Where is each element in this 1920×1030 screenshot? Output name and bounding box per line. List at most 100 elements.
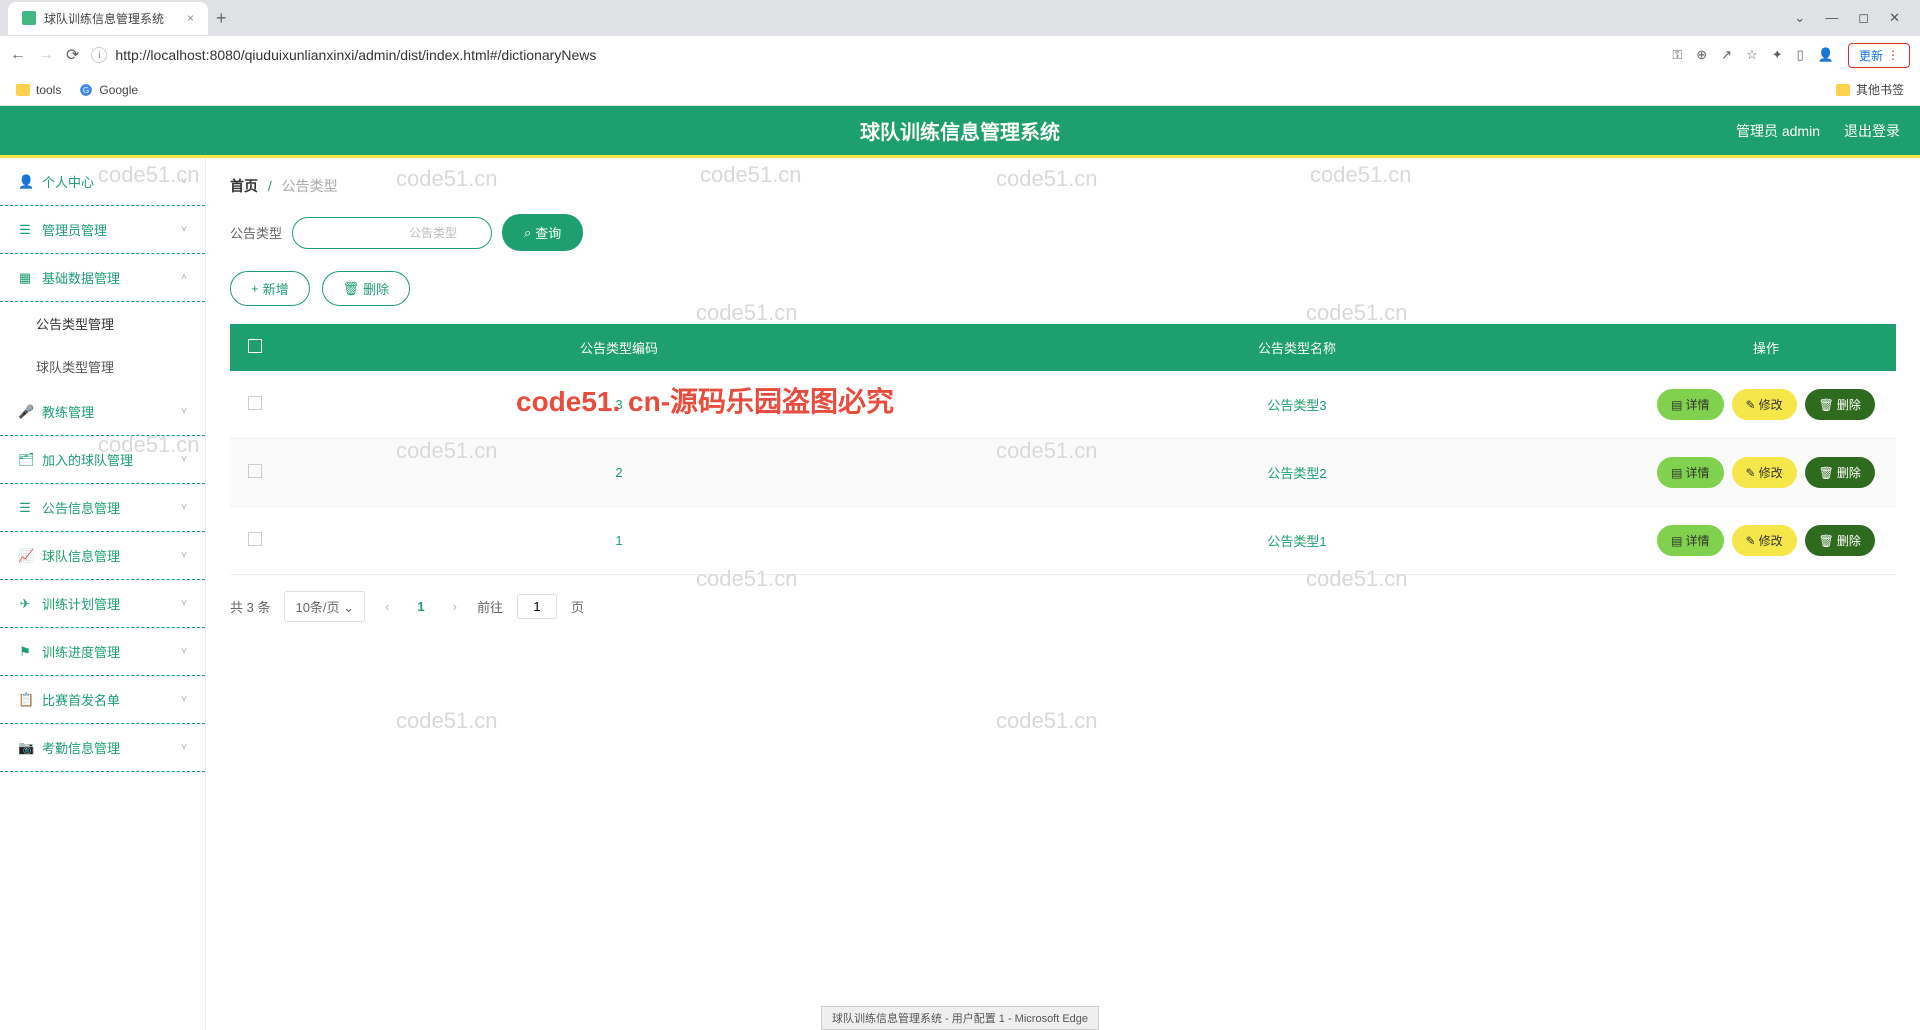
sidebar-item[interactable]: ⚑训练进度管理˅: [0, 628, 205, 676]
goto-label: 前往: [477, 597, 503, 616]
menu-label: 个人中心: [42, 172, 94, 191]
forward-button[interactable]: →: [38, 46, 54, 64]
chevron-icon: ˄: [181, 272, 187, 283]
data-table: 公告类型编码公告类型名称操作 3 公告类型3 ▤详情 ✎修改 🗑删除 2 公告类…: [230, 324, 1896, 575]
edit-button[interactable]: ✎修改: [1732, 389, 1797, 420]
sidebar-item[interactable]: ▦基础数据管理˄: [0, 254, 205, 302]
maximize-icon[interactable]: ◻: [1858, 10, 1869, 26]
sidebar-item[interactable]: 📋 比赛首发名单 ˅: [0, 676, 205, 724]
close-window-icon[interactable]: ✕: [1889, 10, 1900, 26]
extension-icon[interactable]: ✦: [1772, 47, 1783, 63]
chevron-icon: ˅: [181, 646, 187, 657]
minimize-icon[interactable]: —: [1825, 10, 1838, 26]
logout-link[interactable]: 退出登录: [1844, 121, 1900, 141]
menu-label: 公告信息管理: [42, 498, 120, 517]
search-button[interactable]: ⌕查询: [502, 214, 583, 251]
menu-icon: ✈: [18, 596, 32, 612]
table-row: 3 公告类型3 ▤详情 ✎修改 🗑删除: [230, 371, 1896, 439]
page-number[interactable]: 1: [409, 599, 432, 614]
tab-title: 球队训练信息管理系统: [44, 10, 164, 27]
google-icon: G: [79, 83, 93, 97]
info-icon[interactable]: i: [91, 47, 107, 63]
menu-icon: ▦: [18, 270, 32, 286]
row-delete-button[interactable]: 🗑删除: [1805, 525, 1875, 556]
breadcrumb-home[interactable]: 首页: [230, 178, 258, 194]
profile-icon[interactable]: 👤: [1818, 47, 1834, 63]
trash-icon: 🗑: [1819, 534, 1834, 548]
user-label[interactable]: 管理员 admin: [1736, 121, 1820, 141]
menu-label: 加入的球队管理: [42, 450, 133, 469]
checkbox-all[interactable]: [248, 339, 262, 353]
share-icon[interactable]: ↗: [1721, 47, 1732, 63]
row-checkbox[interactable]: [248, 464, 262, 478]
chevron-icon: ˅: [181, 550, 187, 561]
sidebar-item[interactable]: 📷考勤信息管理˅: [0, 724, 205, 772]
url-text: http://localhost:8080/qiuduixunlianxinxi…: [115, 47, 596, 63]
row-delete-button[interactable]: 🗑删除: [1805, 389, 1875, 420]
cell-code: 2: [280, 439, 958, 507]
sidebar-item[interactable]: 📈球队信息管理˅: [0, 532, 205, 580]
browser-tab[interactable]: 球队训练信息管理系统 ×: [8, 2, 208, 35]
chevron-down-icon[interactable]: ⌄: [1794, 10, 1805, 26]
row-delete-button[interactable]: 🗑删除: [1805, 457, 1875, 488]
edit-button[interactable]: ✎修改: [1732, 525, 1797, 556]
update-button[interactable]: 更新 ⋮: [1848, 43, 1910, 68]
search-input[interactable]: [292, 217, 492, 249]
table-row: 2 公告类型2 ▤详情 ✎修改 🗑删除: [230, 439, 1896, 507]
other-bookmarks[interactable]: 其他书签: [1836, 81, 1904, 98]
sidebar-item[interactable]: ✈训练计划管理˅: [0, 580, 205, 628]
cell-code: 3: [280, 371, 958, 439]
cell-name: 公告类型1: [958, 507, 1636, 575]
watermark: code51.cn: [996, 708, 1098, 734]
menu-icon: 📋: [18, 692, 32, 708]
row-checkbox[interactable]: [248, 532, 262, 546]
url-field[interactable]: i http://localhost:8080/qiuduixunlianxin…: [91, 47, 1660, 63]
key-icon[interactable]: ⚿: [1672, 47, 1682, 63]
sidebar-item[interactable]: 🎤教练管理˅: [0, 388, 205, 436]
menu-icon: 🎤: [18, 404, 32, 420]
trash-icon: 🗑: [1819, 466, 1834, 480]
detail-button[interactable]: ▤详情: [1657, 457, 1723, 488]
sidebar-item[interactable]: ☰管理员管理˅: [0, 206, 205, 254]
search-icon: ⌕: [524, 225, 531, 241]
table-header: 操作: [1636, 324, 1896, 371]
row-checkbox[interactable]: [248, 396, 262, 410]
goto-input[interactable]: [517, 594, 557, 619]
chevron-icon: ˅: [181, 224, 187, 235]
sidebar-item[interactable]: ☰公告信息管理˅: [0, 484, 205, 532]
menu-label: 训练计划管理: [42, 594, 120, 613]
menu-icon: 👤: [18, 174, 32, 190]
menu-icon: 🗂: [18, 452, 32, 468]
reload-button[interactable]: ⟳: [66, 45, 79, 65]
edit-button[interactable]: ✎修改: [1732, 457, 1797, 488]
pencil-icon: ✎: [1746, 534, 1756, 548]
delete-button[interactable]: 🗑删除: [322, 271, 411, 306]
bookmark-google[interactable]: GGoogle: [79, 83, 138, 97]
chevron-icon: ˅: [181, 694, 187, 705]
bookmark-tools[interactable]: tools: [16, 83, 61, 97]
sidebar-item[interactable]: 🗂加入的球队管理˅: [0, 436, 205, 484]
panel-icon[interactable]: ▯: [1797, 47, 1804, 63]
chevron-icon: ˅: [181, 176, 187, 187]
close-tab-icon[interactable]: ×: [187, 11, 194, 25]
sidebar-subitem[interactable]: 球队类型管理: [0, 345, 205, 388]
page-size-select[interactable]: 10条/页 ⌄: [284, 591, 365, 622]
chevron-icon: ˅: [181, 742, 187, 753]
add-button[interactable]: +新增: [230, 271, 310, 306]
next-page-button[interactable]: ›: [447, 599, 463, 614]
menu-icon: ☰: [18, 222, 32, 238]
sidebar-item[interactable]: 👤 个人中心 ˅: [0, 158, 205, 206]
folder-icon: [16, 84, 30, 96]
prev-page-button[interactable]: ‹: [379, 599, 395, 614]
detail-button[interactable]: ▤详情: [1657, 525, 1723, 556]
menu-label: 比赛首发名单: [42, 690, 120, 709]
zoom-icon[interactable]: ⊕: [1696, 47, 1707, 63]
cell-code: 1: [280, 507, 958, 575]
back-button[interactable]: ←: [10, 46, 26, 64]
detail-button[interactable]: ▤详情: [1657, 389, 1723, 420]
new-tab-button[interactable]: +: [216, 8, 227, 29]
menu-label: 考勤信息管理: [42, 738, 120, 757]
star-icon[interactable]: ☆: [1746, 47, 1758, 63]
menu-label: 球队信息管理: [42, 546, 120, 565]
sidebar-subitem[interactable]: 公告类型管理: [0, 302, 205, 345]
